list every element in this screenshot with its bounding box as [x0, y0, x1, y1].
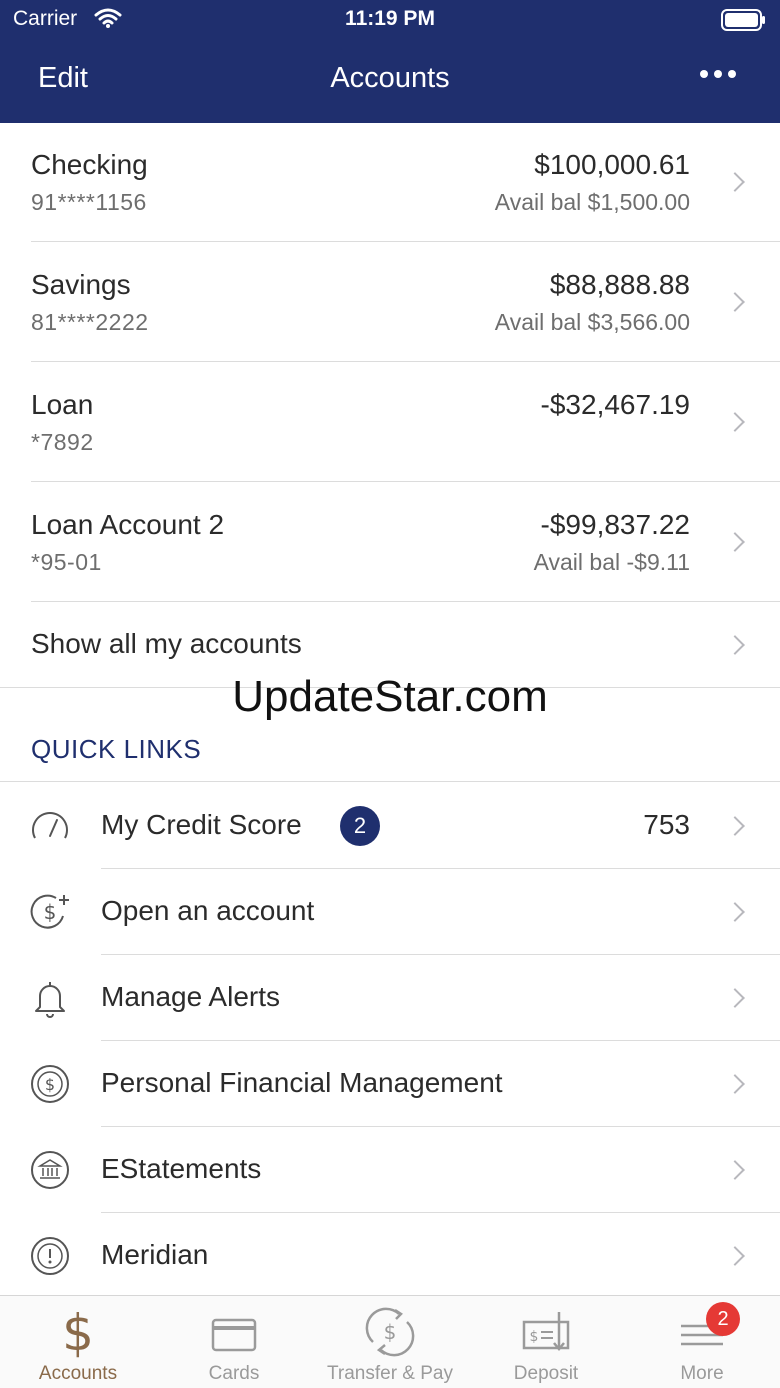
status-time: 11:19 PM [345, 7, 435, 30]
dollar-circle-icon: $ [31, 1065, 69, 1103]
account-row-loan-account-2[interactable]: Loan Account 2 *95-01 -$99,837.22 Avail … [0, 483, 780, 603]
divider [31, 481, 780, 482]
tab-deposit[interactable]: $ Deposit [468, 1296, 624, 1388]
page-title: Accounts [330, 62, 450, 94]
chevron-right-icon [725, 635, 745, 655]
show-all-accounts-label: Show all my accounts [31, 628, 302, 659]
bell-icon [35, 982, 65, 1018]
quick-link-credit-score[interactable]: My Credit Score 2 753 [0, 783, 780, 869]
quick-link-label: Manage Alerts [101, 981, 280, 1012]
svg-text:$: $ [44, 900, 57, 924]
chevron-right-icon [725, 988, 745, 1008]
divider [31, 601, 780, 602]
account-balance: -$99,837.22 [540, 509, 690, 540]
chevron-right-icon [725, 1160, 745, 1180]
ellipsis-icon[interactable] [700, 70, 736, 78]
account-row-savings[interactable]: Savings 81****2222 $88,888.88 Avail bal … [0, 243, 780, 363]
notification-badge: 2 [706, 1302, 740, 1336]
chevron-right-icon [725, 816, 745, 836]
divider [31, 241, 780, 242]
account-available-balance: Avail bal $1,500.00 [494, 189, 690, 215]
chevron-right-icon [725, 292, 745, 312]
check-deposit-icon: $ [522, 1312, 570, 1351]
tab-cards[interactable]: Cards [156, 1296, 312, 1388]
battery-icon [721, 9, 765, 31]
account-available-balance: Avail bal -$9.11 [533, 549, 690, 575]
quick-link-label: Personal Financial Management [101, 1067, 503, 1098]
quick-link-meridian[interactable]: Meridian [0, 1213, 780, 1299]
svg-text:$: $ [62, 1304, 94, 1358]
tab-label: Transfer & Pay [326, 1363, 453, 1384]
account-row-checking[interactable]: Checking 91****1156 $100,000.61 Avail ba… [0, 123, 780, 243]
account-name: Checking [31, 149, 148, 180]
tab-label: Cards [208, 1363, 260, 1384]
tab-label: More [680, 1363, 724, 1384]
chevron-right-icon [725, 902, 745, 922]
tab-transfer-pay[interactable]: $ Transfer & Pay [312, 1296, 468, 1388]
divider [31, 361, 780, 362]
quick-link-label: My Credit Score [101, 809, 302, 840]
account-name: Loan [31, 389, 94, 420]
svg-text:$: $ [384, 1320, 397, 1344]
svg-text:$: $ [45, 1075, 55, 1094]
chevron-right-icon [725, 1246, 745, 1266]
account-number: 81****2222 [31, 309, 149, 335]
dollar-icon: $ [62, 1304, 94, 1358]
info-circle-icon [31, 1237, 69, 1275]
notification-badge: 2 [340, 806, 380, 846]
tab-bar: $ Accounts Cards $ Transfer & Pay $ Depo… [0, 1295, 780, 1388]
nav-bar: Edit Accounts [0, 40, 780, 123]
credit-score-value: 753 [643, 809, 690, 840]
quick-link-estatements[interactable]: EStatements [0, 1127, 780, 1213]
account-balance: -$32,467.19 [540, 389, 690, 420]
chevron-right-icon [725, 412, 745, 432]
card-icon [211, 1318, 257, 1352]
tab-label: Deposit [513, 1363, 579, 1384]
quick-link-personal-financial-management[interactable]: $ Personal Financial Management [0, 1041, 780, 1127]
quick-link-manage-alerts[interactable]: Manage Alerts [0, 955, 780, 1041]
quick-link-label: Meridian [101, 1239, 209, 1270]
account-number: 91****1156 [31, 189, 147, 215]
tab-label: Accounts [38, 1363, 118, 1384]
gauge-icon [32, 812, 68, 839]
account-balance: $100,000.61 [534, 149, 690, 180]
quick-link-label: EStatements [101, 1153, 262, 1184]
chevron-right-icon [725, 532, 745, 552]
quick-link-open-account[interactable]: $ Open an account [0, 869, 780, 955]
divider [0, 781, 780, 782]
tab-accounts[interactable]: $ Accounts [0, 1296, 156, 1388]
tab-more[interactable]: 2 More [624, 1296, 780, 1388]
watermark: UpdateStar.com [232, 672, 548, 721]
account-number: *95-01 [31, 549, 102, 575]
svg-text:$: $ [530, 1329, 539, 1345]
account-balance: $88,888.88 [549, 269, 690, 300]
chevron-right-icon [725, 1074, 745, 1094]
status-bar: Carrier 11:19 PM [0, 0, 780, 40]
account-name: Loan Account 2 [31, 509, 225, 540]
quick-links-heading: QUICK LINKS [31, 734, 202, 764]
chevron-right-icon [725, 172, 745, 192]
transfer-icon: $ [365, 1307, 415, 1357]
account-available-balance: Avail bal $3,566.00 [494, 309, 690, 335]
quick-link-label: Open an account [101, 895, 315, 926]
bank-icon [31, 1151, 69, 1189]
account-number: *7892 [31, 429, 94, 455]
dollar-plus-icon: $ [30, 894, 69, 929]
account-row-loan[interactable]: Loan *7892 -$32,467.19 [0, 363, 780, 483]
account-name: Savings [31, 269, 131, 300]
